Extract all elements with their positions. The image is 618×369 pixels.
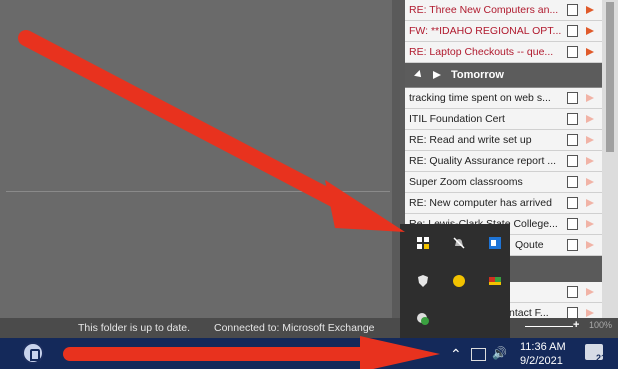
task-subject: RE: New computer has arrived <box>409 197 552 209</box>
tray-overflow-popup <box>400 224 510 338</box>
task-checkbox[interactable] <box>567 134 578 146</box>
task-checkbox[interactable] <box>567 46 578 58</box>
green-app-icon[interactable] <box>416 312 430 326</box>
flag-icon[interactable] <box>586 27 594 35</box>
task-subject: RE: Read and write set up <box>409 134 532 146</box>
task-row[interactable]: tracking time spent on web s... <box>405 88 602 109</box>
task-subject: RE: Laptop Checkouts -- que... <box>409 46 554 58</box>
shield-icon[interactable] <box>416 274 430 288</box>
task-row[interactable]: RE: Quality Assurance report ... <box>405 151 602 172</box>
windows-flag-icon[interactable] <box>416 236 430 250</box>
flag-icon[interactable] <box>586 288 594 296</box>
flag-icon[interactable] <box>586 48 594 56</box>
muted-bell-icon[interactable] <box>452 236 466 250</box>
task-checkbox[interactable] <box>567 92 578 104</box>
task-subject: RE: Three New Computers an... <box>409 4 559 16</box>
volume-icon[interactable]: 🔊 <box>492 346 507 360</box>
task-subject: tracking time spent on web s... <box>409 92 551 104</box>
yellow-circle-icon[interactable] <box>452 274 466 288</box>
group-label: Tomorrow <box>451 69 504 81</box>
clock-time[interactable]: 11:36 AM <box>520 341 566 353</box>
task-row[interactable]: RE: New computer has arrived <box>405 193 602 214</box>
connection-status: Connected to: Microsoft Exchange <box>214 322 375 334</box>
task-subject: RE: Quality Assurance report ... <box>409 155 557 167</box>
task-checkbox[interactable] <box>567 176 578 188</box>
task-checkbox[interactable] <box>567 155 578 167</box>
flag-icon[interactable] <box>586 115 594 123</box>
folder-status: This folder is up to date. <box>78 322 191 334</box>
flag-icon[interactable] <box>586 136 594 144</box>
show-hidden-icons-chevron-icon[interactable]: ⌃ <box>450 346 462 363</box>
scrollbar-thumb[interactable] <box>606 2 614 152</box>
zoom-slider[interactable] <box>525 326 573 327</box>
task-row[interactable]: Super Zoom classrooms <box>405 172 602 193</box>
task-checkbox[interactable] <box>567 113 578 125</box>
task-row[interactable]: RE: Laptop Checkouts -- que... <box>405 42 602 63</box>
outlook-icon[interactable] <box>488 236 502 250</box>
flag-icon[interactable] <box>586 6 594 14</box>
lock-icon[interactable] <box>22 342 44 364</box>
flag-icon[interactable] <box>586 157 594 165</box>
task-subject: Super Zoom classrooms <box>409 176 523 188</box>
task-checkbox[interactable] <box>567 197 578 209</box>
collapse-triangle-icon[interactable] <box>414 70 424 80</box>
pane-divider <box>6 191 390 192</box>
task-row[interactable]: RE: Three New Computers an... <box>405 0 602 21</box>
task-checkbox[interactable] <box>567 218 578 230</box>
colored-app-icon[interactable] <box>488 274 502 288</box>
flag-icon[interactable] <box>586 199 594 207</box>
flag-icon[interactable] <box>586 178 594 186</box>
clock-date[interactable]: 9/2/2021 <box>520 355 563 367</box>
task-checkbox[interactable] <box>567 239 578 251</box>
reading-pane <box>0 0 392 318</box>
task-row[interactable] <box>505 282 602 303</box>
flag-icon <box>433 71 441 79</box>
task-checkbox[interactable] <box>567 286 578 298</box>
flag-icon[interactable] <box>586 94 594 102</box>
flag-icon[interactable] <box>586 309 594 317</box>
task-subject: FW: **IDAHO REGIONAL OPT... <box>409 25 562 37</box>
zoom-level[interactable]: 100% <box>589 320 612 330</box>
zoom-in-button[interactable]: + <box>573 319 579 331</box>
task-row[interactable]: ITIL Foundation Cert <box>405 109 602 130</box>
task-row[interactable]: FW: **IDAHO REGIONAL OPT... <box>405 21 602 42</box>
group-header-tomorrow[interactable]: Tomorrow <box>405 63 602 88</box>
task-row[interactable]: RE: Read and write set up <box>405 130 602 151</box>
task-list: RE: Three New Computers an... FW: **IDAH… <box>405 0 602 256</box>
flag-icon[interactable] <box>586 220 594 228</box>
network-icon[interactable] <box>471 348 486 361</box>
task-checkbox[interactable] <box>567 25 578 37</box>
notification-count: 21 <box>596 353 607 363</box>
flag-icon[interactable] <box>586 241 594 249</box>
task-checkbox[interactable] <box>567 4 578 16</box>
task-subject: ITIL Foundation Cert <box>409 113 505 125</box>
